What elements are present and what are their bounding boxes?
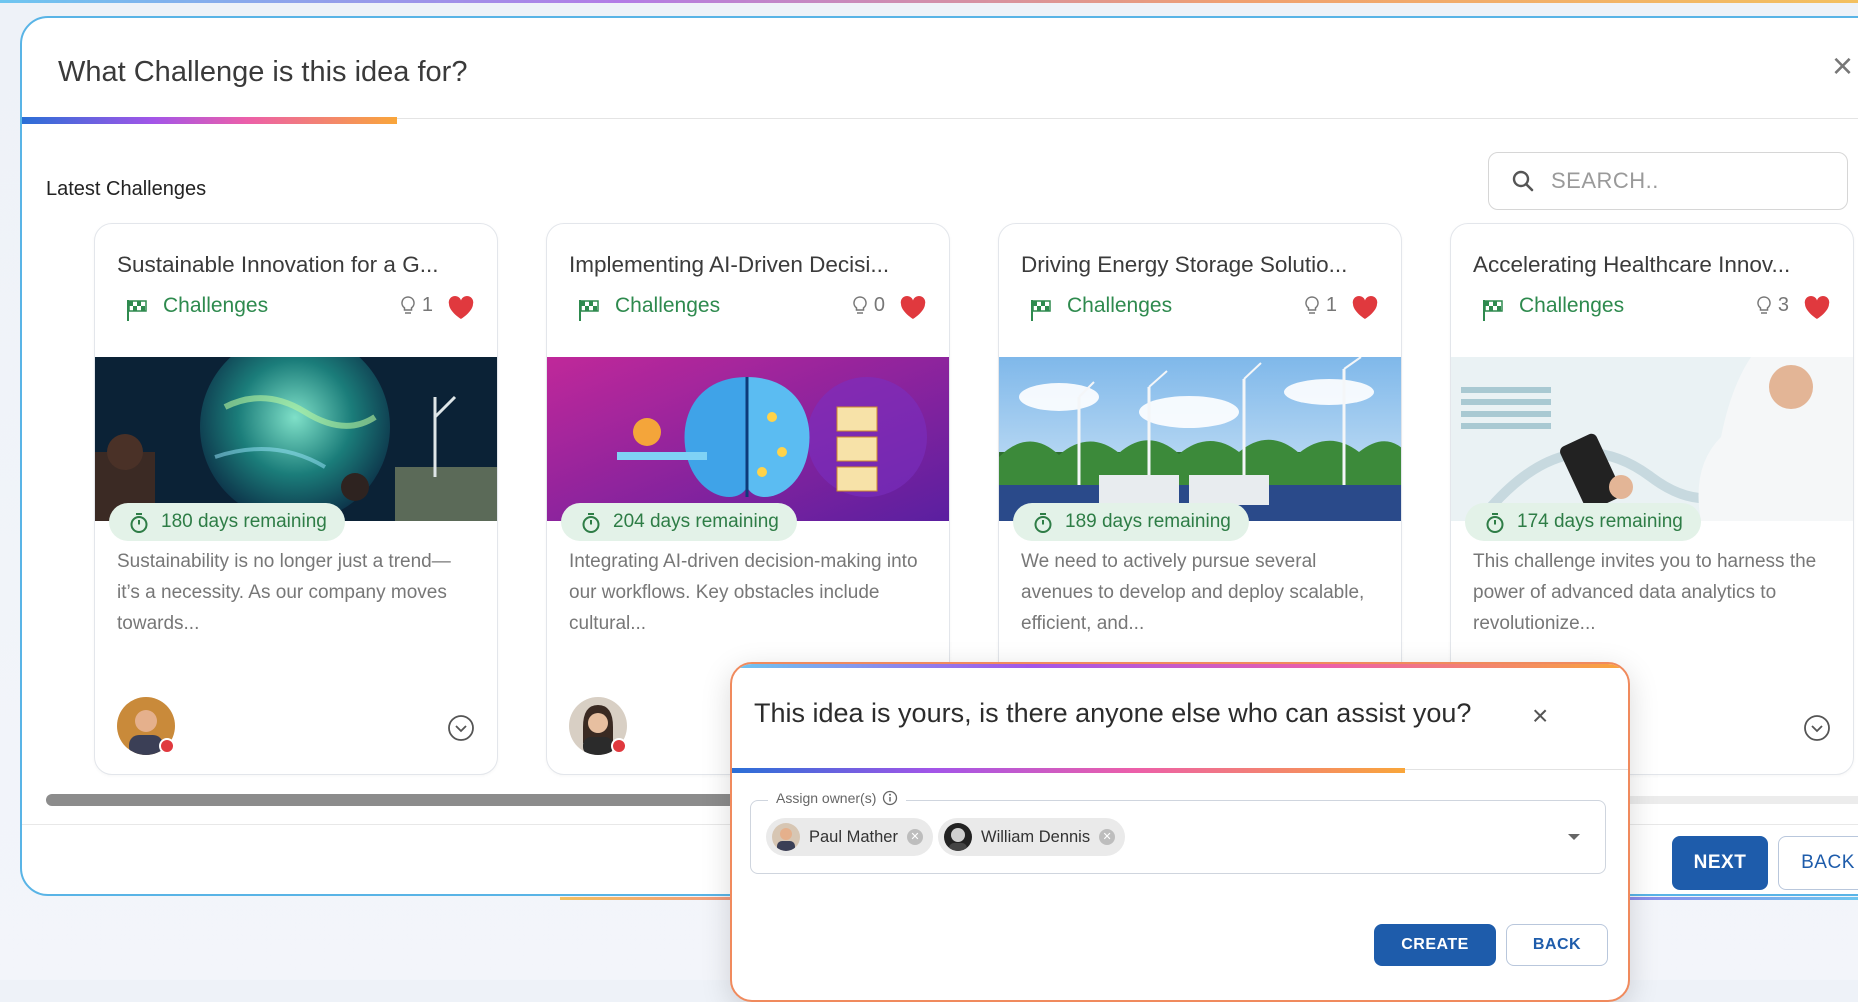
owner-name: William Dennis — [981, 827, 1091, 846]
card-title: Driving Energy Storage Solutio... — [1021, 252, 1348, 277]
lightbulb-icon — [853, 295, 867, 314]
checkered-flag-icon — [579, 300, 599, 321]
card-image — [547, 357, 949, 521]
next-button[interactable]: NEXT — [1672, 836, 1768, 890]
lightbulb-icon — [1757, 295, 1771, 314]
status-indicator — [159, 738, 175, 754]
stopwatch-icon — [130, 513, 148, 533]
field-label: Assign owner(s) — [768, 790, 907, 806]
top-gradient-bar — [0, 0, 1858, 3]
back-button[interactable]: BACK — [1506, 924, 1608, 966]
idea-count: 1 — [1304, 294, 1337, 317]
owner-name: Paul Mather — [809, 827, 898, 846]
card-description: We need to actively pursue several avenu… — [1021, 551, 1365, 634]
search-box[interactable] — [1488, 152, 1848, 210]
stopwatch-icon — [1486, 513, 1504, 533]
card-description: This challenge invites you to harness th… — [1473, 551, 1817, 634]
modal-title: What Challenge is this idea for? — [58, 56, 468, 88]
owner-chip[interactable]: William Dennis ✕ — [938, 818, 1126, 856]
days-remaining-badge: 189 days remaining — [1013, 503, 1249, 541]
search-input[interactable] — [1549, 167, 1813, 195]
card-image — [1451, 357, 1853, 521]
heart-icon[interactable] — [1803, 295, 1831, 321]
checkered-flag-icon — [1031, 300, 1051, 321]
card-category[interactable]: Challenges — [615, 294, 720, 318]
create-button[interactable]: CREATE — [1374, 924, 1496, 966]
info-icon[interactable] — [882, 790, 898, 806]
card-description: Integrating AI-driven decision-making in… — [569, 551, 918, 634]
card-image — [95, 357, 497, 521]
search-icon — [1512, 170, 1534, 192]
lightbulb-icon — [401, 295, 415, 314]
idea-count: 1 — [400, 294, 433, 317]
card-image — [999, 357, 1401, 521]
remove-chip-icon[interactable]: ✕ — [1099, 829, 1116, 845]
section-label: Latest Challenges — [46, 178, 207, 200]
stopwatch-icon — [1034, 513, 1052, 533]
idea-count: 0 — [852, 294, 885, 317]
owner-chip[interactable]: Paul Mather ✕ — [766, 818, 933, 856]
challenge-card[interactable]: Sustainable Innovation for a G... Challe… — [94, 223, 498, 775]
days-remaining-badge: 174 days remaining — [1465, 503, 1701, 541]
days-remaining-badge: 180 days remaining — [109, 503, 345, 541]
chevron-down-circle-icon[interactable] — [1803, 714, 1831, 742]
dialog-gradient-border — [732, 664, 1628, 668]
dropdown-caret-icon[interactable] — [1568, 834, 1580, 840]
progress-accent — [732, 768, 1405, 773]
avatar — [944, 823, 972, 851]
card-category[interactable]: Challenges — [1519, 294, 1624, 318]
dialog-title: This idea is yours, is there anyone else… — [754, 698, 1472, 728]
heart-icon[interactable] — [1351, 295, 1379, 321]
card-title: Sustainable Innovation for a G... — [117, 252, 439, 277]
lightbulb-icon — [1305, 295, 1319, 314]
status-indicator — [611, 738, 627, 754]
close-icon[interactable]: × — [1832, 48, 1853, 84]
progress-accent — [22, 117, 397, 124]
stopwatch-icon — [582, 513, 600, 533]
heart-icon[interactable] — [899, 295, 927, 321]
checkered-flag-icon — [127, 300, 147, 321]
card-category[interactable]: Challenges — [163, 294, 268, 318]
remove-chip-icon[interactable]: ✕ — [906, 829, 923, 845]
card-description: Sustainability is no longer just a trend… — [117, 551, 451, 634]
close-icon[interactable]: × — [1532, 700, 1548, 732]
chevron-down-circle-icon[interactable] — [447, 714, 475, 742]
checkered-flag-icon — [1483, 300, 1503, 321]
card-title: Implementing AI-Driven Decisi... — [569, 252, 890, 277]
assign-owner-dialog: This idea is yours, is there anyone else… — [730, 662, 1630, 1002]
card-title: Accelerating Healthcare Innov... — [1473, 252, 1791, 277]
back-button[interactable]: BACK — [1778, 836, 1858, 890]
card-category[interactable]: Challenges — [1067, 294, 1172, 318]
scrollbar-thumb[interactable] — [46, 794, 746, 806]
days-remaining-badge: 204 days remaining — [561, 503, 797, 541]
avatar — [772, 823, 800, 851]
idea-count: 3 — [1756, 294, 1789, 317]
heart-icon[interactable] — [447, 295, 475, 321]
